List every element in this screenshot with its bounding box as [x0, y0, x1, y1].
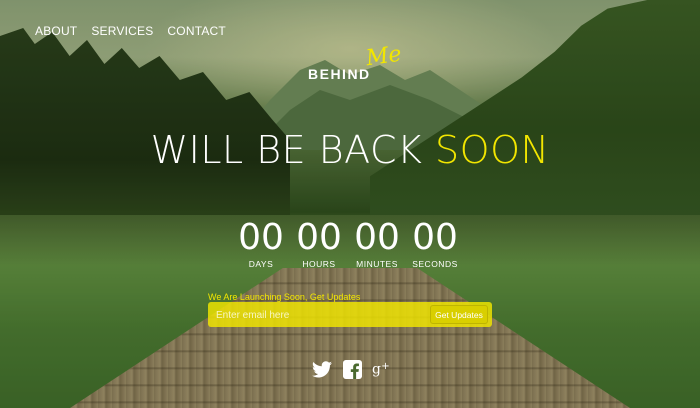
countdown-hours-value: 00 — [296, 217, 342, 258]
countdown-minutes-value: 00 — [354, 217, 400, 258]
facebook-icon[interactable] — [342, 358, 362, 380]
countdown-seconds-value: 00 — [412, 217, 458, 258]
countdown-hours: 00 HOURS — [294, 217, 344, 270]
countdown-days-value: 00 — [238, 217, 284, 258]
svg-text:g: g — [372, 362, 381, 378]
logo[interactable]: BEHIND Me — [308, 42, 403, 84]
countdown-seconds-label: SECONDS — [412, 259, 458, 269]
background-landscape: ABOUT SERVICES CONTACT BEHIND Me WILL BE… — [0, 0, 700, 408]
top-nav: ABOUT SERVICES CONTACT — [35, 24, 226, 38]
nav-about-link[interactable]: ABOUT — [35, 24, 77, 38]
countdown-hours-label: HOURS — [302, 259, 336, 269]
countdown-days: 00 DAYS — [236, 217, 286, 270]
page-headline: WILL BE BACK SOON — [0, 128, 700, 172]
logo-script: Me — [364, 41, 404, 72]
twitter-icon[interactable] — [312, 358, 332, 380]
headline-white-text: WILL BE BACK — [150, 128, 423, 172]
subscribe-form: Get Updates — [208, 302, 492, 327]
social-links: g + — [312, 358, 392, 380]
headline-accent-text: SOON — [435, 128, 550, 172]
nav-services-link[interactable]: SERVICES — [91, 24, 153, 38]
countdown-minutes: 00 MINUTES — [352, 217, 402, 270]
subscribe-label: We Are Launching Soon, Get Updates — [208, 292, 361, 302]
logo-wordmark: BEHIND — [308, 66, 371, 82]
countdown-seconds: 00 SECONDS — [410, 217, 460, 270]
countdown-days-label: DAYS — [248, 259, 274, 269]
nav-contact-link[interactable]: CONTACT — [167, 24, 226, 38]
email-field[interactable] — [214, 305, 428, 325]
countdown-timer: 00 DAYS 00 HOURS 00 MINUTES 00 SECONDS — [236, 217, 460, 270]
svg-text:+: + — [381, 361, 389, 372]
google-plus-icon[interactable]: g + — [372, 358, 392, 380]
get-updates-button[interactable]: Get Updates — [430, 305, 488, 324]
countdown-minutes-label: MINUTES — [356, 259, 398, 269]
